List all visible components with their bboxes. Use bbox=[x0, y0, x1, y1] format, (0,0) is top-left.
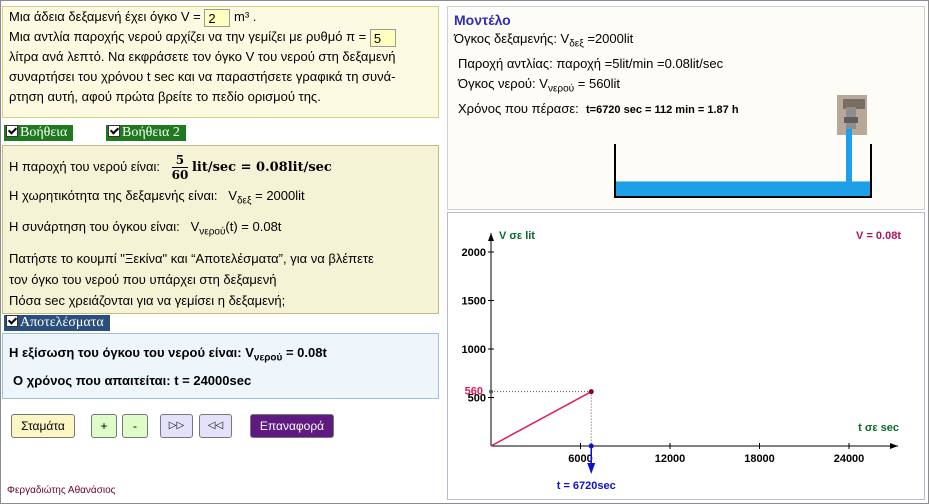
x-tick-label: 18000 bbox=[744, 453, 775, 465]
results-equation: Η εξίσωση του όγκου του νερού είναι: Vνε… bbox=[9, 345, 327, 364]
rate-input[interactable]: 5 bbox=[369, 28, 396, 47]
stop-button[interactable]: Σταμάτα bbox=[11, 414, 75, 438]
volume-line bbox=[490, 391, 592, 447]
help-capacity: Η χωρητικότητα της δεξαμενής είναι: Vδεξ… bbox=[9, 188, 305, 207]
help-paragraph-3: Πόσα sec χρειάζονται για να γεμίσει η δε… bbox=[9, 293, 286, 309]
tank-diagram bbox=[614, 95, 872, 198]
minus-button[interactable]: - bbox=[122, 414, 148, 438]
y-tick-label: 2000 bbox=[462, 247, 486, 259]
help-function: Η συνάρτηση του όγκου είναι: Vνερού(t) =… bbox=[9, 218, 282, 238]
help-panel: Η παροχή του νερού είναι: 5 60 lit/sec =… bbox=[2, 145, 439, 314]
y-tick-label: 1500 bbox=[462, 296, 486, 308]
help-paragraph-1: Πατήστε το κουμπί "Ξεκίνα" και “Αποτελέσ… bbox=[9, 251, 374, 267]
x-axis-arrow bbox=[890, 443, 898, 449]
reset-button[interactable]: Επαναφορά bbox=[250, 414, 334, 438]
help2-checkbox[interactable]: Βοήθεια 2 bbox=[106, 125, 186, 141]
forward-button[interactable]: ▷▷ bbox=[160, 414, 193, 438]
graph-panel: 6000 12000 18000 24000 500 1000 1500 2000 V σε l… bbox=[447, 212, 925, 500]
problem-line-5: ρτηση αυτή, αφού πρώτα βρείτε το πεδίο ο… bbox=[9, 89, 321, 104]
results-panel: Η εξίσωση του όγκου του νερού είναι: Vνε… bbox=[2, 333, 439, 399]
x-tick-label: 24000 bbox=[834, 453, 865, 465]
results-time: Ο χρόνος που απαιτείται: t = 24000sec bbox=[13, 372, 252, 388]
y-axis-label: V σε lit bbox=[499, 230, 535, 242]
current-v-label: 560 bbox=[465, 386, 483, 398]
volume-chart: 6000 12000 18000 24000500100015002000V σε l… bbox=[462, 230, 902, 492]
rewind-button[interactable]: ◁◁ bbox=[199, 414, 232, 438]
plus-button[interactable]: + bbox=[91, 414, 117, 438]
water-fill bbox=[616, 181, 870, 196]
problem-line-3: λίτρα ανά λεπτό. Να εκφράσετε τον όγκο V… bbox=[9, 49, 396, 64]
current-t-label: t = 6720sec bbox=[557, 480, 616, 492]
y-axis-arrow bbox=[488, 233, 494, 241]
problem-line-2: Μια αντλία παροχής νερού αρχίζει να την … bbox=[9, 27, 438, 47]
time-marker-dot bbox=[588, 443, 594, 449]
model-panel: Μοντέλο Όγκος δεξαμενής: Vδεξ =2000lit Π… bbox=[447, 6, 925, 210]
help-paragraph-2: τον όγκο του νερού που υπάρχει στη δεξαμ… bbox=[9, 272, 277, 288]
problem-line-4: συναρτήσει του χρόνου t sec και να παρασ… bbox=[9, 69, 396, 84]
check-icon bbox=[6, 125, 18, 137]
results-checkbox[interactable]: Αποτελέσματα bbox=[4, 315, 110, 331]
volume-input[interactable]: 2 bbox=[204, 8, 231, 27]
problem-line-1: Μια άδεια δεξαμενή έχει όγκο V = 2 m³ . bbox=[9, 8, 257, 27]
time-marker-arrow bbox=[587, 463, 596, 474]
help1-checkbox[interactable]: Βοήθεια bbox=[4, 125, 74, 141]
water-stream bbox=[846, 129, 852, 196]
author-credit: Φεργαδιώτης Αθανάσιος bbox=[7, 485, 116, 496]
x-tick-label: 12000 bbox=[655, 453, 686, 465]
left-panel: Μια άδεια δεξαμενή έχει όγκο V = 2 m³ . … bbox=[2, 2, 443, 500]
check-icon bbox=[6, 315, 18, 327]
current-point bbox=[588, 389, 594, 395]
right-panel: Μοντέλο Όγκος δεξαμενής: Vδεξ =2000lit Π… bbox=[447, 2, 927, 500]
flow-fraction: 5 60 bbox=[171, 153, 189, 183]
problem-statement: Μια άδεια δεξαμενή έχει όγκο V = 2 m³ . … bbox=[2, 6, 439, 118]
y-marker bbox=[489, 389, 493, 394]
formula-label: V = 0.08t bbox=[856, 230, 901, 242]
y-tick-label: 1000 bbox=[462, 344, 486, 356]
check-icon bbox=[108, 125, 120, 137]
help-flow: Η παροχή του νερού είναι: 5 60 lit/sec =… bbox=[9, 153, 332, 183]
x-axis-label: t σε sec bbox=[858, 422, 899, 434]
